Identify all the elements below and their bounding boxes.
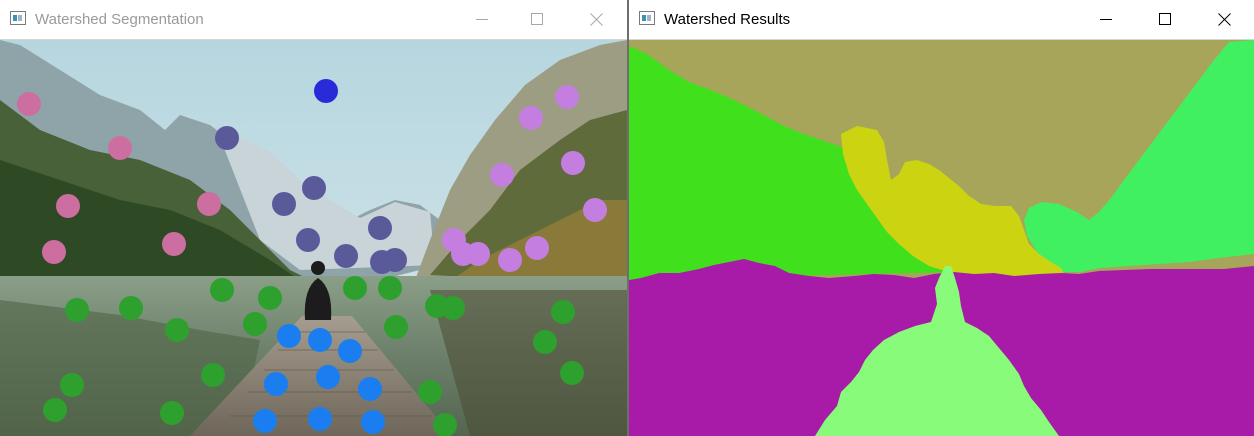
- minimize-icon: [476, 19, 488, 20]
- close-button[interactable]: [1202, 0, 1248, 39]
- close-icon: [590, 13, 603, 26]
- segmentation-window: Watershed Segmentation: [0, 0, 627, 436]
- close-button[interactable]: [574, 0, 620, 39]
- maximize-button[interactable]: [1143, 0, 1189, 39]
- title-bar[interactable]: Watershed Results: [629, 0, 1254, 40]
- segmentation-result-canvas[interactable]: [629, 40, 1254, 436]
- app-icon: [639, 11, 655, 25]
- window-title: Watershed Results: [664, 11, 791, 28]
- watershed-label-map: [629, 40, 1254, 436]
- window-title: Watershed Segmentation: [35, 11, 204, 28]
- maximize-icon: [1159, 13, 1171, 25]
- maximize-button[interactable]: [515, 0, 561, 39]
- minimize-button[interactable]: [460, 0, 506, 39]
- marked-landscape-image: [0, 40, 627, 436]
- title-bar[interactable]: Watershed Segmentation: [0, 0, 627, 40]
- app-icon: [10, 11, 26, 25]
- minimize-icon: [1100, 19, 1112, 20]
- minimize-button[interactable]: [1084, 0, 1130, 39]
- maximize-icon: [531, 13, 543, 25]
- marked-photo-canvas[interactable]: [0, 40, 627, 436]
- close-icon: [1218, 13, 1231, 26]
- sky-marker: [314, 79, 338, 103]
- results-window: Watershed Results: [629, 0, 1254, 436]
